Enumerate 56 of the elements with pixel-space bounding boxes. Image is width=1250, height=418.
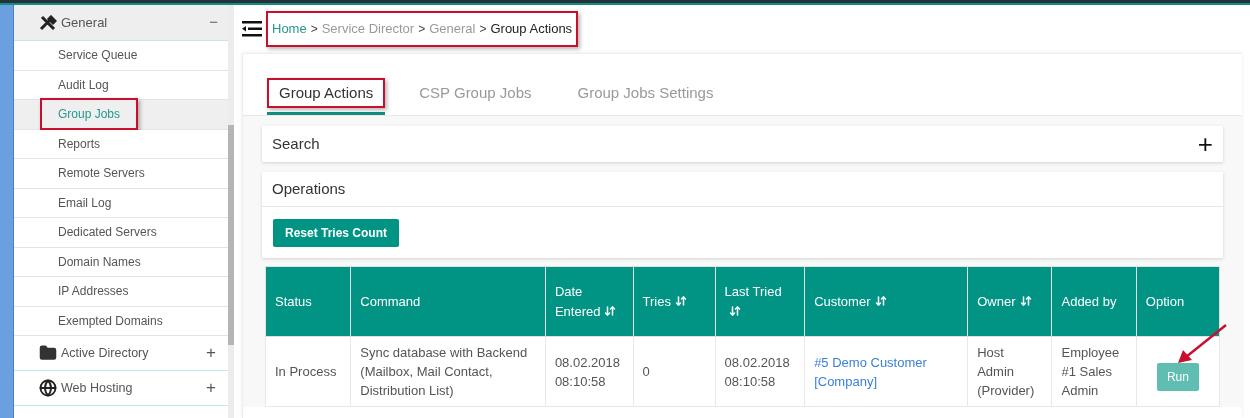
table-cell: 08.02.2018 08:10:58	[545, 336, 634, 407]
breadcrumb-separator: >	[479, 21, 487, 38]
panel-title: Search	[272, 133, 321, 154]
column-header[interactable]: Date Entered	[545, 266, 634, 337]
group-label: Web Hosting	[61, 379, 134, 397]
panel-title: Operations	[272, 178, 346, 199]
item-label: Remote Servers	[57, 165, 146, 183]
item-label: Exempted Domains	[57, 312, 164, 330]
item-label: Reports	[57, 135, 102, 153]
column-header[interactable]: Tries	[633, 266, 716, 337]
collapse-toggle[interactable]: −	[209, 11, 218, 34]
sort-icon[interactable]	[728, 304, 741, 317]
sort-icon[interactable]	[675, 294, 687, 307]
item-label: Audit Log	[57, 76, 110, 94]
column-header[interactable]: Customer	[804, 266, 968, 337]
table-cell: 0	[633, 336, 716, 407]
sort-icon[interactable]	[874, 294, 887, 307]
sidebar-group[interactable]: Active Directory +	[14, 336, 228, 371]
table-cell: In Process	[265, 336, 351, 407]
item-label: IP Addresses	[57, 283, 130, 301]
expand-toggle[interactable]: +	[1197, 131, 1213, 157]
item-label: Domain Names	[57, 253, 142, 271]
section-label: General	[61, 13, 109, 32]
tools-icon	[39, 14, 57, 31]
column-header: Status	[265, 266, 351, 337]
item-label: Service Queue	[57, 47, 139, 65]
menu-toggle-icon[interactable]	[242, 20, 262, 38]
sort-icon[interactable]	[1019, 294, 1032, 307]
column-header[interactable]: Owner	[967, 266, 1052, 337]
search-panel[interactable]: Search +	[262, 126, 1223, 162]
item-label: Email Log	[57, 194, 113, 212]
group-label: Active Directory	[61, 344, 150, 362]
sort-icon[interactable]	[604, 304, 617, 317]
table-cell: Employee #1 Sales Admin	[1052, 336, 1137, 407]
column-header[interactable]: Last Tried	[715, 266, 805, 337]
tab[interactable]: Group Actions	[267, 77, 386, 108]
sidebar-section-header[interactable]: General −	[14, 5, 228, 41]
column-header: Command	[350, 266, 546, 337]
expand-toggle[interactable]: +	[206, 375, 216, 401]
breadcrumb-link[interactable]: Home	[272, 19, 307, 39]
item-label: Group Jobs	[40, 98, 139, 131]
column-header: Added by	[1052, 266, 1137, 337]
breadcrumb-separator: >	[310, 21, 318, 38]
table-cell: 08.02.2018 08:10:58	[715, 336, 805, 407]
expand-toggle[interactable]: +	[206, 340, 216, 366]
breadcrumb-current: Group Actions	[490, 20, 573, 39]
breadcrumb-separator: >	[418, 21, 426, 38]
reset-tries-button[interactable]: Reset Tries Count	[273, 218, 400, 247]
customer-link[interactable]: #5 Demo Customer [Company]	[804, 336, 968, 407]
item-label: Dedicated Servers	[57, 224, 158, 242]
sidebar-group[interactable]: Web Hosting +	[14, 371, 228, 406]
globe-icon	[39, 379, 57, 397]
table-cell: Sync database with Backend (Mailbox, Mail Contact, Distribution List)	[350, 336, 546, 407]
table-cell: Host Admin (Provider)	[967, 336, 1052, 407]
column-header: Option	[1136, 266, 1220, 337]
folder-icon	[39, 344, 57, 362]
